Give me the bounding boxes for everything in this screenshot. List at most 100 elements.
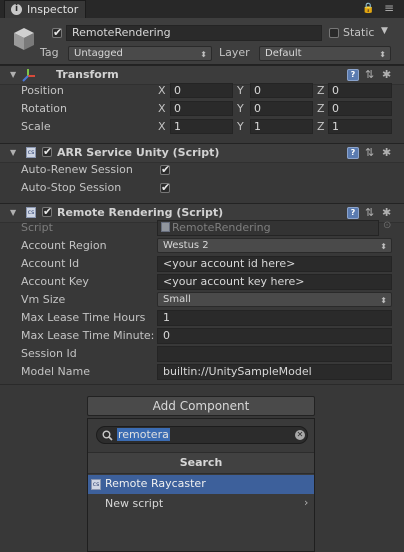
result-remote-raycaster[interactable]: cs Remote Raycaster	[88, 475, 314, 494]
max-lease-minutes-field[interactable]: 0	[157, 328, 392, 344]
presets-icon[interactable]: ⇅	[365, 146, 374, 159]
search-query: remotera	[117, 428, 170, 441]
name-field[interactable]: RemoteRendering	[66, 25, 322, 41]
help-icon[interactable]: ?	[347, 207, 359, 219]
max-lease-hours-field[interactable]: 1	[157, 310, 392, 326]
dropdown-arrow-icon: ⬍	[380, 296, 387, 305]
chevron-right-icon: ›	[304, 496, 309, 509]
tag-value: Untagged	[74, 48, 123, 59]
rotation-y-field[interactable]: 0	[250, 101, 313, 116]
result-label: Remote Raycaster	[105, 477, 206, 490]
axis-z-label: Z	[317, 84, 325, 97]
vm-size-label: Vm Size	[21, 293, 66, 306]
tag-dropdown[interactable]: Untagged ⬍	[68, 46, 212, 61]
component-search-input[interactable]: remotera ✕	[96, 426, 308, 444]
script-value: RemoteRendering	[172, 221, 271, 234]
result-new-script[interactable]: New script ›	[88, 495, 314, 514]
session-id-field[interactable]	[157, 346, 392, 362]
arr-service-enabled-checkbox[interactable]	[42, 145, 52, 158]
info-icon: i	[11, 4, 22, 15]
axis-z-label: Z	[317, 102, 325, 115]
axis-y-label: Y	[237, 120, 244, 133]
help-icon[interactable]: ?	[347, 69, 359, 81]
clear-search-icon[interactable]: ✕	[295, 430, 305, 440]
account-key-field[interactable]: <your account key here>	[157, 274, 392, 290]
gameobject-header: RemoteRendering Static ▼ Tag Untagged ⬍ …	[0, 18, 404, 65]
account-region-dropdown[interactable]: Westus 2 ⬍	[157, 238, 392, 253]
auto-stop-checkbox[interactable]	[160, 181, 170, 194]
script-icon: cs	[26, 207, 36, 218]
auto-stop-label: Auto-Stop Session	[21, 181, 122, 194]
auto-renew-checkbox[interactable]	[160, 163, 170, 176]
divider	[0, 384, 404, 385]
scale-z-field[interactable]: 1	[328, 119, 392, 134]
add-component-popup: remotera ✕ Search cs Remote Raycaster Ne…	[87, 418, 315, 552]
presets-icon[interactable]: ⇅	[365, 206, 374, 219]
help-icon[interactable]: ?	[347, 147, 359, 159]
dropdown-arrow-icon: ⬍	[379, 50, 386, 59]
dropdown-arrow-icon: ⬍	[200, 50, 207, 59]
script-file-icon	[161, 222, 170, 232]
account-id-field[interactable]: <your account id here>	[157, 256, 392, 272]
static-label: Static	[343, 26, 375, 39]
search-icon	[102, 430, 113, 441]
layer-dropdown[interactable]: Default ⬍	[259, 46, 391, 61]
layer-label: Layer	[219, 46, 250, 59]
foldout-arrow-icon[interactable]: ▼	[10, 208, 16, 217]
scale-x-field[interactable]: 1	[170, 119, 233, 134]
lock-icon[interactable]: 🔒	[362, 3, 374, 14]
search-section-title: Search	[88, 452, 314, 474]
arr-service-title: ARR Service Unity (Script)	[57, 146, 220, 159]
vm-size-dropdown[interactable]: Small ⬍	[157, 292, 392, 307]
cube-icon	[14, 28, 34, 50]
position-y-field[interactable]: 0	[250, 83, 313, 98]
vm-size-value: Small	[163, 294, 191, 305]
model-name-field[interactable]: builtin://UnitySampleModel	[157, 364, 392, 380]
max-lease-minutes-label: Max Lease Time Minute:	[21, 329, 155, 342]
rotation-x-field[interactable]: 0	[170, 101, 233, 116]
axis-x-label: X	[158, 120, 166, 133]
remote-rendering-title: Remote Rendering (Script)	[57, 206, 224, 219]
static-checkbox[interactable]	[329, 28, 339, 38]
gear-icon[interactable]: ✱	[382, 68, 391, 81]
account-id-label: Account Id	[21, 257, 80, 270]
foldout-arrow-icon[interactable]: ▼	[10, 70, 16, 79]
account-region-label: Account Region	[21, 239, 107, 252]
transform-axes-icon	[22, 69, 35, 82]
model-name-label: Model Name	[21, 365, 90, 378]
axis-y-label: Y	[237, 84, 244, 97]
remote-rendering-enabled-checkbox[interactable]	[42, 205, 52, 218]
axis-y-label: Y	[237, 102, 244, 115]
position-label: Position	[21, 84, 64, 97]
tab-inspector[interactable]: i Inspector	[4, 0, 86, 18]
object-picker-icon: ⊙	[383, 220, 392, 231]
scale-y-field[interactable]: 1	[250, 119, 313, 134]
position-z-field[interactable]: 0	[328, 83, 392, 98]
gear-icon[interactable]: ✱	[382, 146, 391, 159]
gear-icon[interactable]: ✱	[382, 206, 391, 219]
tab-title: Inspector	[27, 3, 79, 16]
presets-icon[interactable]: ⇅	[365, 68, 374, 81]
menu-icon[interactable]: ≡	[384, 1, 394, 15]
script-icon: cs	[26, 147, 36, 158]
auto-renew-label: Auto-Renew Session	[21, 163, 133, 176]
rotation-z-field[interactable]: 0	[328, 101, 392, 116]
axis-z-label: Z	[317, 120, 325, 133]
max-lease-hours-label: Max Lease Time Hours	[21, 311, 146, 324]
session-id-label: Session Id	[21, 347, 77, 360]
script-label: Script	[21, 221, 53, 234]
tag-label: Tag	[40, 46, 59, 59]
layer-value: Default	[265, 48, 302, 59]
transform-fields: Position X 0 Y 0 Z 0 Rotation X 0 Y 0 Z …	[0, 82, 404, 138]
axis-x-label: X	[158, 102, 166, 115]
position-x-field[interactable]: 0	[170, 83, 233, 98]
static-dropdown-arrow-icon[interactable]: ▼	[381, 26, 388, 36]
add-component-button[interactable]: Add Component	[87, 396, 315, 416]
active-checkbox[interactable]	[52, 26, 62, 39]
dropdown-arrow-icon: ⬍	[380, 242, 387, 251]
axis-x-label: X	[158, 84, 166, 97]
tab-bar: i Inspector 🔒 ≡	[0, 0, 404, 19]
arr-service-header[interactable]: ▼ cs ARR Service Unity (Script) ? ⇅ ✱	[0, 143, 404, 163]
account-key-label: Account Key	[21, 275, 89, 288]
foldout-arrow-icon[interactable]: ▼	[10, 148, 16, 157]
